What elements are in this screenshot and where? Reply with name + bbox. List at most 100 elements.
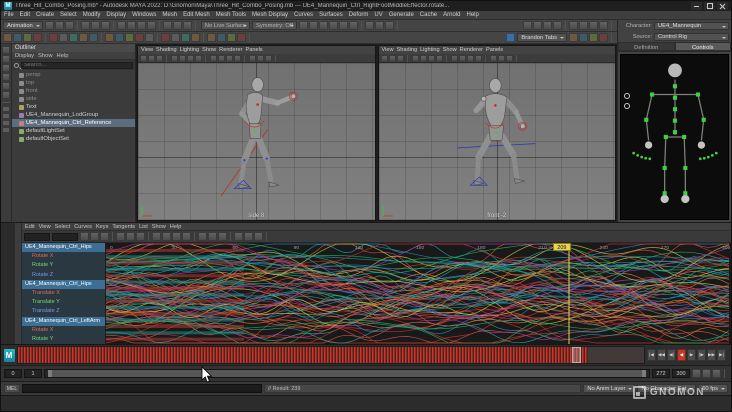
toolbar-icon[interactable] bbox=[427, 54, 435, 62]
toolbar-icon[interactable] bbox=[702, 369, 711, 378]
menu-deform[interactable]: Deform bbox=[346, 12, 372, 18]
toolbar-icon[interactable] bbox=[126, 21, 136, 30]
toolbar-icon[interactable] bbox=[136, 232, 145, 241]
menu-windows[interactable]: Windows bbox=[129, 12, 159, 18]
symmetry-dropdown[interactable]: Symmetry: Off bbox=[252, 21, 297, 30]
layout-shortcut-button[interactable] bbox=[2, 113, 10, 119]
fps-dropdown[interactable]: 60 fps bbox=[698, 384, 728, 393]
toolbar-icon[interactable] bbox=[435, 54, 443, 62]
playback-end-field[interactable] bbox=[652, 369, 670, 378]
toolbar-icon[interactable] bbox=[136, 21, 146, 30]
toolbar-icon[interactable] bbox=[126, 232, 135, 241]
toolbar-icon[interactable] bbox=[161, 33, 170, 42]
menu-arnold[interactable]: Arnold bbox=[440, 12, 463, 18]
menu-create[interactable]: Create bbox=[33, 12, 57, 18]
range-handle-left[interactable] bbox=[48, 370, 53, 377]
toolbar-icon[interactable] bbox=[692, 369, 701, 378]
menu-uv[interactable]: UV bbox=[371, 12, 385, 18]
step-forward-key-button[interactable]: |▶ bbox=[697, 349, 706, 361]
toolbar-icon[interactable] bbox=[116, 21, 126, 30]
outliner-item[interactable]: persp bbox=[12, 71, 135, 79]
viewport-menu-view[interactable]: View bbox=[382, 47, 394, 53]
go-to-start-button[interactable]: |◀ bbox=[647, 349, 656, 361]
toolbar-icon[interactable] bbox=[308, 21, 318, 30]
toolbar-icon[interactable] bbox=[146, 21, 156, 30]
toolbar-icon[interactable] bbox=[318, 21, 328, 30]
outliner-menu-help[interactable]: Help bbox=[57, 53, 69, 59]
toolbar-icon[interactable] bbox=[265, 54, 272, 62]
menu-edit[interactable]: Edit bbox=[17, 12, 33, 18]
toolbar-icon[interactable] bbox=[59, 33, 68, 42]
outliner-title[interactable]: Outliner bbox=[12, 44, 135, 52]
toolbar-icon[interactable] bbox=[388, 54, 396, 62]
graph-editor-handle[interactable] bbox=[15, 223, 22, 344]
menu-mesh-tools[interactable]: Mesh Tools bbox=[213, 12, 249, 18]
graph-menu-tangents[interactable]: Tangents bbox=[112, 224, 135, 230]
toolbar-icon[interactable] bbox=[207, 33, 216, 42]
toolbar-icon[interactable] bbox=[198, 232, 207, 241]
command-input[interactable] bbox=[22, 384, 262, 393]
shelf-highlight-icon[interactable] bbox=[506, 33, 516, 42]
toolbar-icon[interactable] bbox=[210, 54, 217, 62]
toolbar-icon[interactable] bbox=[474, 54, 482, 62]
paint-select-tool-icon[interactable] bbox=[2, 64, 10, 72]
graph-channel-item[interactable]: UE4_Mannequin_Ctrl_Hips bbox=[22, 243, 105, 253]
range-slider-track[interactable] bbox=[44, 369, 650, 378]
toolbar-icon[interactable] bbox=[13, 33, 22, 42]
graph-channel-item[interactable]: UE4_Mannequin_Ctrl_LeftArm bbox=[22, 316, 105, 326]
graph-channel-item[interactable]: Rotate Z bbox=[22, 270, 105, 280]
graph-channel-item[interactable]: Translate Z bbox=[22, 307, 105, 317]
toolbar-icon[interactable] bbox=[79, 33, 88, 42]
mannequin-character[interactable] bbox=[206, 71, 306, 212]
step-forward-frame-button[interactable]: ▶▶ bbox=[707, 349, 716, 361]
graph-menu-show[interactable]: Show bbox=[152, 224, 166, 230]
stat-field-value[interactable] bbox=[52, 232, 78, 241]
toolbar-icon[interactable] bbox=[44, 21, 54, 30]
range-slider-bar[interactable] bbox=[48, 370, 646, 377]
scale-tool-icon[interactable] bbox=[2, 91, 10, 99]
toolbar-icon[interactable] bbox=[411, 54, 419, 62]
toolbar-icon[interactable] bbox=[162, 21, 172, 30]
menu-edit-mesh[interactable]: Edit Mesh bbox=[180, 12, 213, 18]
toolbar-icon[interactable] bbox=[152, 232, 161, 241]
outliner-menu-show[interactable]: Show bbox=[38, 53, 53, 59]
toolbar-icon[interactable] bbox=[338, 21, 348, 30]
minimize-icon[interactable] bbox=[691, 2, 702, 10]
character-picker[interactable] bbox=[620, 54, 729, 220]
menu-cache[interactable]: Cache bbox=[417, 12, 440, 18]
toolbar-icon[interactable] bbox=[181, 33, 190, 42]
viewport-menu-renderer[interactable]: Renderer bbox=[219, 47, 242, 53]
keyframe-ticks[interactable] bbox=[18, 347, 588, 363]
graph-menu-view[interactable]: View bbox=[39, 224, 51, 230]
viewport-menu-panels[interactable]: Panels bbox=[486, 47, 503, 53]
toolbar-icon[interactable] bbox=[90, 232, 99, 241]
toolbar-icon[interactable] bbox=[374, 21, 384, 30]
graph-menu-keys[interactable]: Keys bbox=[96, 224, 108, 230]
viewport-menu-lighting[interactable]: Lighting bbox=[420, 47, 440, 53]
toolbar-icon[interactable] bbox=[364, 21, 374, 30]
viewport-menu-lighting[interactable]: Lighting bbox=[180, 47, 200, 53]
toolbar-icon[interactable] bbox=[569, 33, 578, 42]
animation-start-field[interactable] bbox=[4, 369, 22, 378]
toolbar-icon[interactable] bbox=[257, 54, 264, 62]
toolbar-icon[interactable] bbox=[33, 33, 42, 42]
toolbar-icon[interactable] bbox=[244, 232, 253, 241]
menu-modify[interactable]: Modify bbox=[80, 12, 104, 18]
viewport-side[interactable]: View Shading Lighting Show Renderer Panels bbox=[137, 45, 376, 221]
graph-channel-item[interactable]: UE4_Mannequin_Ctrl_Hips bbox=[22, 279, 105, 289]
toolbar-icon[interactable] bbox=[187, 54, 194, 62]
toolbar-icon[interactable] bbox=[145, 33, 154, 42]
toolbar-icon[interactable] bbox=[135, 33, 144, 42]
toolbar-icon[interactable] bbox=[497, 54, 505, 62]
viewport-canvas[interactable]: front -2 bbox=[378, 63, 615, 220]
toolbar-icon[interactable] bbox=[234, 232, 243, 241]
time-slider-track[interactable] bbox=[17, 346, 645, 364]
toolbar-icon[interactable] bbox=[599, 21, 608, 30]
viewport-menu-shading[interactable]: Shading bbox=[156, 47, 177, 53]
character-dropdown[interactable]: UE4_Mannequin bbox=[654, 21, 729, 30]
animation-end-field[interactable] bbox=[672, 369, 690, 378]
toolbar-icon[interactable] bbox=[191, 33, 200, 42]
menu-set-dropdown[interactable]: Animation bbox=[3, 21, 43, 30]
maximize-icon[interactable] bbox=[704, 2, 715, 10]
toolbar-icon[interactable] bbox=[396, 54, 404, 62]
